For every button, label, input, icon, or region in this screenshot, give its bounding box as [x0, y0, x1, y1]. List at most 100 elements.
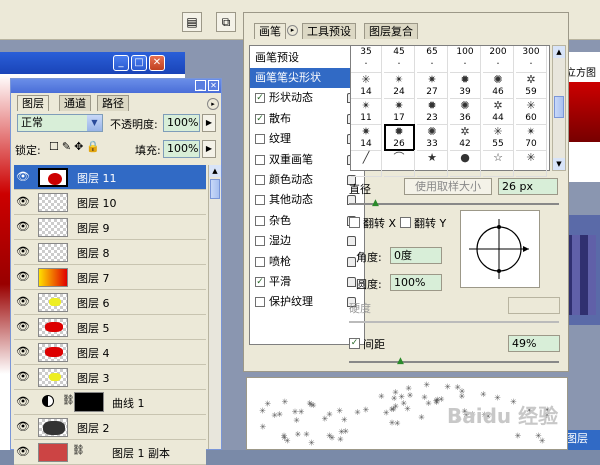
brush-option-item[interactable]: 画笔笔尖形状 — [250, 68, 364, 88]
hardness-slider[interactable] — [349, 321, 559, 323]
brush-tip-cell[interactable]: ✷ 17 — [384, 98, 415, 125]
brush-tip-cell[interactable]: ✴ 70 — [516, 124, 547, 151]
tab-layers[interactable]: 图层 — [17, 95, 49, 111]
option-checkbox[interactable] — [255, 134, 265, 145]
brush-option-item[interactable]: 喷枪 — [250, 252, 364, 272]
brush-tip-cell[interactable]: ✺ 36 — [450, 98, 481, 125]
brush-tip-cell[interactable]: ✹ 26 — [384, 124, 415, 151]
brush-tip-cell[interactable]: ✴ 24 — [384, 72, 415, 99]
angle-input[interactable]: 0度 — [390, 247, 442, 264]
layer-row[interactable]: 👁 图层 8 — [14, 240, 206, 265]
lock-icons[interactable]: ☐✎✥🔒 — [49, 140, 103, 153]
brush-tip-cell[interactable]: ✳ 14 — [351, 72, 382, 99]
brush-tip-cell[interactable]: ✳ 55 — [483, 124, 514, 151]
layer-row[interactable]: 👁 ⛓ 曲线 1 — [14, 390, 206, 415]
eye-icon[interactable]: 👁 — [16, 170, 30, 184]
brush-option-item[interactable]: 杂色 — [250, 211, 364, 231]
brush-tip-cell[interactable]: ★ — [417, 150, 448, 177]
eye-icon[interactable]: 👁 — [16, 370, 30, 384]
brush-option-item[interactable]: 其他动态 — [250, 190, 364, 210]
eye-icon[interactable]: 👁 — [16, 395, 30, 409]
brush-option-item[interactable]: 双重画笔 — [250, 150, 364, 170]
brush-option-item[interactable]: 颜色动态 — [250, 170, 364, 190]
option-checkbox[interactable]: ✓ — [255, 93, 265, 104]
layer-row[interactable]: 👁 图层 10 — [14, 190, 206, 215]
tab-tool-presets[interactable]: 工具预设 — [302, 23, 356, 39]
option-checkbox[interactable] — [255, 297, 265, 308]
spacing-slider-knob[interactable]: ▲ — [397, 357, 406, 366]
brush-tip-cell[interactable]: · 65 — [417, 46, 448, 73]
option-checkbox[interactable] — [255, 215, 265, 226]
use-sample-size-button[interactable]: 使用取样大小 — [404, 178, 492, 195]
brush-option-item[interactable]: ✓ 平滑 — [250, 272, 364, 292]
opacity-arrow-icon[interactable]: ▶ — [202, 114, 216, 132]
brush-option-item[interactable]: ✓ 形状动态 — [250, 88, 364, 108]
layer-row[interactable]: 👁 图层 4 — [14, 340, 206, 365]
panel-minimize-icon[interactable]: _ — [195, 80, 206, 91]
brush-tip-cell[interactable]: ✲ 59 — [516, 72, 547, 99]
eye-icon[interactable]: 👁 — [16, 270, 30, 284]
diameter-input[interactable]: 26 px — [498, 178, 558, 195]
layer-row[interactable]: 👁 ⛓ 图层 1 副本 — [14, 440, 206, 465]
layer-row[interactable]: 👁 图层 3 — [14, 365, 206, 390]
lock-icon[interactable] — [347, 277, 356, 287]
brush-option-item[interactable]: ✓ 散布 — [250, 109, 364, 129]
diameter-slider-knob[interactable]: ▲ — [372, 199, 381, 208]
eye-icon[interactable]: 👁 — [16, 420, 30, 434]
brush-tip-cell[interactable]: ✳ 60 — [516, 98, 547, 125]
layer-row[interactable]: 👁 图层 11 — [14, 165, 206, 190]
spacing-checkbox[interactable]: ✓ — [349, 338, 360, 349]
layer-row[interactable]: 👁 图层 7 — [14, 265, 206, 290]
layer-row[interactable]: 👁 图层 2 — [14, 415, 206, 440]
brush-tip-cell[interactable]: ✺ 33 — [417, 124, 448, 151]
brush-tip-cell[interactable]: ✹ 39 — [450, 72, 481, 99]
option-checkbox[interactable] — [255, 236, 265, 247]
blend-mode-select[interactable]: 正常 ▼ — [17, 114, 103, 132]
brush-tip-cell[interactable]: ✴ 11 — [351, 98, 382, 125]
tab-channels[interactable]: 通道 — [59, 95, 91, 111]
brush-tip-cell[interactable]: ● — [450, 150, 481, 177]
brush-tip-cell[interactable]: ✷ 27 — [417, 72, 448, 99]
panel-menu-icon[interactable]: ▸ — [207, 98, 219, 110]
brush-tip-cell[interactable]: ✺ 46 — [483, 72, 514, 99]
brush-tip-cell[interactable]: ✳ — [516, 150, 547, 177]
brush-tip-cell[interactable]: · 100 — [450, 46, 481, 73]
eye-icon[interactable]: 👁 — [16, 445, 30, 459]
brush-tip-cell[interactable]: · 300 — [516, 46, 547, 73]
tab-brushes[interactable]: 画笔 — [254, 23, 286, 39]
brush-presets-item[interactable]: 画笔预设 — [250, 48, 364, 68]
brush-tip-cell[interactable]: ☆ — [483, 150, 514, 177]
minimize-icon[interactable]: _ — [113, 55, 129, 71]
brush-option-item[interactable]: 纹理 — [250, 129, 364, 149]
document-icon[interactable]: ▤ — [182, 12, 202, 32]
panel-close-icon[interactable]: ✕ — [208, 80, 219, 91]
spacing-slider[interactable] — [349, 361, 559, 363]
option-checkbox[interactable]: ✓ — [255, 113, 265, 124]
tab-paths[interactable]: 路径 — [97, 95, 129, 111]
eye-icon[interactable]: 👁 — [16, 245, 30, 259]
lock-icon[interactable] — [347, 256, 356, 267]
tab-layer-comps[interactable]: 图层复合 — [364, 23, 418, 39]
brush-tip-cell[interactable]: ✹ 23 — [417, 98, 448, 125]
option-checkbox[interactable] — [255, 175, 265, 185]
hardness-input[interactable] — [508, 297, 560, 314]
close-icon[interactable]: ✕ — [149, 55, 165, 71]
spacing-input[interactable]: 49% — [508, 335, 560, 352]
brush-tip-cell[interactable]: · 35 — [351, 46, 382, 73]
eye-icon[interactable]: 👁 — [16, 195, 30, 209]
brush-tip-cell[interactable]: ✲ 44 — [483, 98, 514, 125]
eye-icon[interactable]: 👁 — [16, 345, 30, 359]
brush-tip-cell[interactable]: ⌒ — [384, 150, 415, 177]
brush-tip-cell[interactable]: ✲ 42 — [450, 124, 481, 151]
option-checkbox[interactable] — [255, 195, 265, 206]
fill-input[interactable]: 100% — [163, 140, 200, 158]
flip-x-checkbox[interactable] — [349, 217, 360, 228]
maximize-icon[interactable]: □ — [131, 55, 147, 71]
layer-row[interactable]: 👁 图层 5 — [14, 315, 206, 340]
opacity-input[interactable]: 100% — [163, 114, 200, 132]
brush-tip-cell[interactable]: ✷ 14 — [351, 124, 382, 151]
brush-tip-cell[interactable]: · 200 — [483, 46, 514, 73]
eye-icon[interactable]: 👁 — [16, 320, 30, 334]
layer-row[interactable]: 👁 图层 9 — [14, 215, 206, 240]
angle-roundness-widget[interactable] — [460, 210, 540, 288]
